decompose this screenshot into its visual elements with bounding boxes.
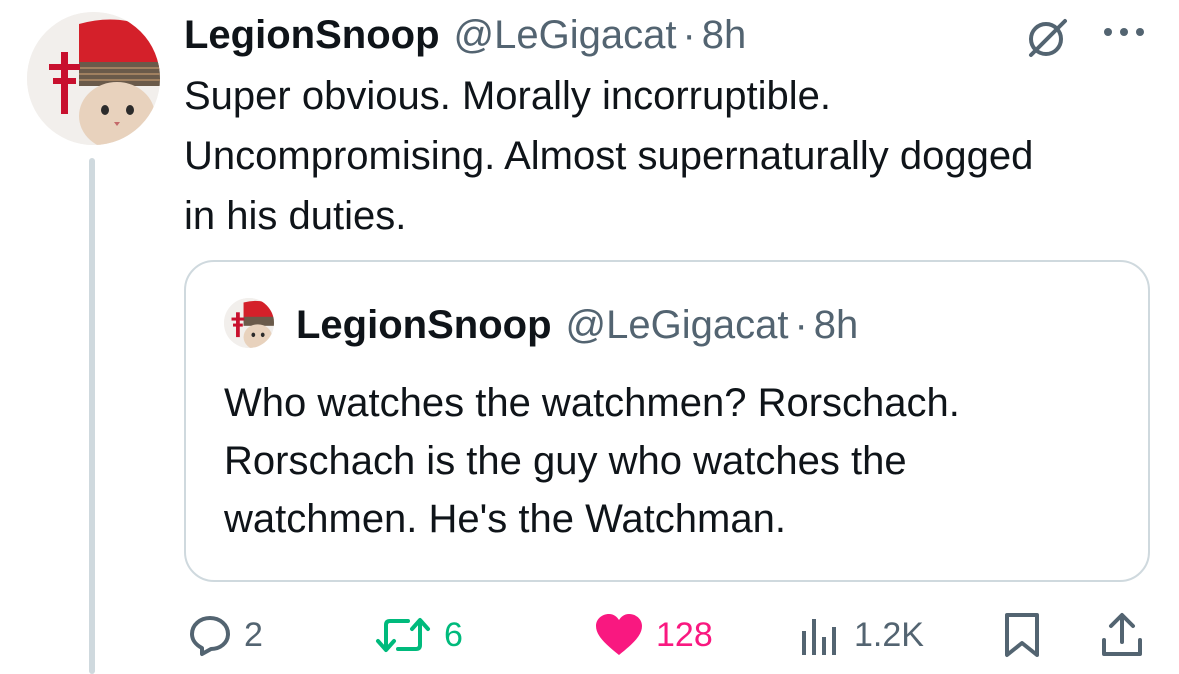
quote-author-name: LegionSnoop — [296, 302, 552, 347]
repost-icon — [376, 618, 430, 652]
quote-header: LegionSnoop @LeGigacat · 8h — [296, 300, 858, 350]
author-handle[interactable]: @LeGigacat — [454, 13, 677, 58]
quote-time: 8h — [813, 302, 859, 347]
quote-header-separator: · — [794, 302, 808, 347]
like-button[interactable]: 128 — [594, 604, 713, 666]
repost-count: 6 — [444, 615, 463, 654]
share-button[interactable] — [1100, 604, 1144, 666]
reply-count: 2 — [244, 615, 263, 654]
quote-tweet-card[interactable]: LegionSnoop @LeGigacat · 8h Who watches … — [184, 260, 1150, 582]
quote-author-handle: @LeGigacat — [565, 302, 789, 347]
grok-icon[interactable] — [1025, 16, 1069, 60]
tweet-text: Super obvious. Morally incorruptible. Un… — [184, 74, 1034, 238]
quote-author-avatar — [224, 298, 274, 348]
share-icon — [1102, 613, 1142, 656]
bookmark-button[interactable] — [1002, 604, 1042, 666]
author-avatar[interactable] — [27, 12, 160, 145]
tweet-header: LegionSnoop @LeGigacat · 8h — [184, 10, 746, 60]
like-count: 128 — [656, 615, 713, 654]
author-name[interactable]: LegionSnoop — [184, 13, 440, 58]
heart-icon — [596, 614, 642, 655]
thread-line — [89, 158, 95, 674]
more-icon[interactable] — [1100, 22, 1148, 42]
header-separator: · — [682, 12, 696, 57]
cat-with-hat-avatar-image — [27, 12, 160, 145]
views-icon — [802, 619, 836, 655]
tweet-time[interactable]: 8h — [702, 13, 747, 58]
reply-button[interactable]: 2 — [188, 604, 263, 666]
views-count: 1.2K — [854, 615, 924, 654]
repost-button[interactable]: 6 — [374, 604, 463, 666]
action-bar: 2 6 128 1.2K — [184, 604, 1150, 666]
reply-icon — [190, 616, 230, 656]
quote-text: Who watches the watchmen? Rorschach. Ror… — [224, 381, 960, 541]
cat-with-hat-avatar-image — [224, 298, 274, 348]
bookmark-icon — [1005, 613, 1039, 657]
views-button[interactable]: 1.2K — [798, 604, 924, 666]
